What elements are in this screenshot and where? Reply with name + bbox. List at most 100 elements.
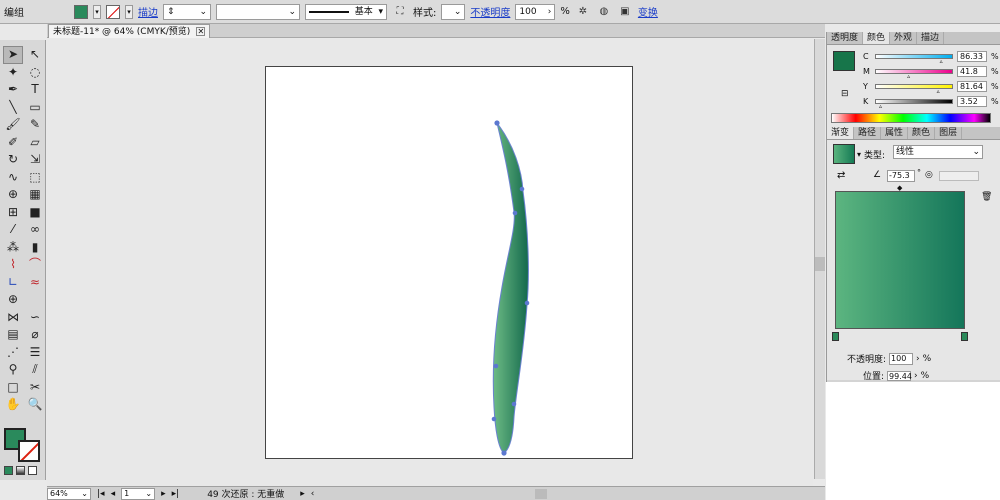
lasso-tool-icon[interactable]: ◌ — [25, 64, 45, 82]
channel-slider[interactable]: ▵ — [875, 84, 953, 95]
reverse-gradient-icon[interactable]: ⇄ — [837, 170, 845, 181]
type-tool-icon[interactable]: T — [25, 81, 45, 99]
free-transform-tool-icon[interactable]: ⬚ — [25, 169, 45, 187]
color-fill-swatch[interactable] — [833, 51, 855, 71]
anchor-point[interactable] — [491, 416, 497, 422]
tab-gradient-3[interactable]: 颜色 — [908, 127, 936, 139]
slider-thumb-icon[interactable]: ▵ — [879, 104, 882, 110]
hand-tool-icon[interactable]: ✋ — [3, 396, 23, 414]
scissors-tool-icon[interactable]: ✂ — [25, 379, 45, 397]
slider-thumb-icon[interactable]: ▵ — [937, 89, 940, 95]
symbol-sprayer-tool-icon[interactable]: ⁂ — [3, 239, 23, 257]
anchor-point[interactable] — [512, 210, 518, 216]
warp-tool-icon[interactable]: ∿ — [3, 169, 23, 187]
perspective-grid-tool-icon[interactable]: ▦ — [25, 186, 45, 204]
tab-color-0[interactable]: 透明度 — [827, 32, 864, 44]
gradient-tool-icon[interactable]: ■ — [25, 204, 45, 222]
zoom-tool-icon[interactable]: 🔍 — [25, 396, 45, 414]
status-menu-arrow-icon[interactable]: ▸ — [300, 489, 305, 499]
gradient-swatch[interactable] — [833, 144, 855, 164]
color-mode-icon[interactable] — [4, 466, 13, 475]
channel-value-field[interactable]: 3.52 — [957, 96, 987, 107]
delete-stop-icon[interactable]: 🗑 — [981, 192, 992, 202]
crosshair-tool-icon[interactable]: ⊕ — [3, 291, 23, 309]
scale-tool-icon[interactable]: ⇲ — [25, 151, 45, 169]
opacity-field[interactable]: 100 › — [515, 3, 556, 20]
stop-location-field[interactable]: 99.44 — [887, 370, 912, 381]
blank-tool-icon[interactable] — [25, 291, 45, 309]
stop-location-arrow-icon[interactable]: › — [914, 371, 918, 381]
vertical-scrollbar[interactable] — [814, 39, 825, 479]
blend-tool-icon[interactable]: ∞ — [25, 221, 45, 239]
brush-definition[interactable]: 基本 ▾ — [305, 3, 387, 20]
grid-tool-icon[interactable]: ▤ — [3, 326, 23, 344]
artboard[interactable] — [265, 66, 633, 459]
leaf-artwork[interactable] — [266, 67, 634, 460]
tab-color-2[interactable]: 外观 — [890, 32, 918, 44]
tab-color-3[interactable]: 描边 — [917, 32, 945, 44]
gradient-stop-end[interactable] — [961, 332, 968, 341]
close-tab-icon[interactable]: ✕ — [196, 27, 206, 36]
wave-tool-icon[interactable]: ∽ — [25, 309, 45, 327]
tab-color-1[interactable]: 颜色 — [863, 32, 891, 44]
color-spectrum-bar[interactable] — [831, 113, 991, 123]
column-graph-tool-icon[interactable]: ▮ — [25, 239, 45, 257]
anchor-point[interactable] — [494, 120, 500, 126]
channel-slider[interactable]: ▵ — [875, 99, 953, 110]
paintbrush-tool-icon[interactable]: 🖌 — [3, 116, 23, 134]
document-tab[interactable]: 未标题-11* @ 64% (CMYK/预览) ✕ — [48, 24, 211, 38]
anchor-point[interactable] — [493, 363, 499, 369]
tab-gradient-4[interactable]: 图层 — [935, 127, 963, 139]
pencil-tool-icon[interactable]: ✎ — [25, 116, 45, 134]
next-artboard-icon[interactable]: ▸ — [161, 489, 166, 499]
last-artboard-icon[interactable]: ▸| — [172, 489, 180, 499]
scatter-tool-icon[interactable]: ⋰ — [3, 344, 23, 362]
graphic-style-swatch[interactable]: ⌄ — [441, 3, 466, 20]
globe-icon[interactable]: ◍ — [596, 4, 612, 20]
knife-tool-icon[interactable]: ⫽ — [25, 361, 45, 379]
channel-value-field[interactable]: 81.64 — [957, 81, 987, 92]
variable-width-profile[interactable]: ⌄ — [216, 3, 300, 20]
list-tool-icon[interactable]: ☰ — [25, 344, 45, 362]
stroke-color-swatch[interactable] — [18, 440, 40, 462]
slice-tool-icon[interactable]: ⚲ — [3, 361, 23, 379]
brush-options-icon[interactable]: ⛶ — [392, 4, 408, 20]
gradient-mode-icon[interactable] — [16, 466, 25, 475]
artboard-number-field[interactable]: 1 ⌄ — [121, 487, 156, 500]
line-tool-icon[interactable]: ╲ — [3, 99, 23, 117]
tab-gradient-0[interactable]: 渐变 — [827, 127, 855, 139]
channel-value-field[interactable]: 41.8 — [957, 66, 987, 77]
pen-tool-icon[interactable]: ✒ — [3, 81, 23, 99]
channel-value-field[interactable]: 86.33 — [957, 51, 987, 62]
none-mode-icon[interactable] — [28, 466, 37, 475]
slider-thumb-icon[interactable]: ▵ — [940, 59, 943, 65]
gradient-angle-field[interactable]: -75.3 — [887, 170, 915, 182]
tab-gradient-2[interactable]: 属性 — [881, 127, 909, 139]
anchor-red-tool-icon[interactable]: ⌇ — [3, 256, 23, 274]
mesh-tool-icon[interactable]: ⊞ — [3, 204, 23, 222]
twirl-tool-icon[interactable]: ⌀ — [25, 326, 45, 344]
scroll-left-icon[interactable]: ‹ — [311, 489, 315, 499]
stroke-swatch[interactable] — [106, 4, 120, 19]
curve-red-tool-icon[interactable]: ⌒ — [25, 256, 45, 274]
first-artboard-icon[interactable]: |◂ — [97, 489, 105, 499]
fill-stroke-widget[interactable] — [4, 428, 42, 464]
gradient-stop-start[interactable] — [832, 332, 839, 341]
align-options-icon[interactable]: ▣ — [617, 4, 633, 20]
stroke-dropdown-arrow-icon[interactable]: ▾ — [125, 4, 133, 19]
aspect-ratio-field[interactable] — [939, 171, 979, 181]
gradient-type-select[interactable]: 线性 ⌄ — [893, 145, 983, 159]
opacity-link[interactable]: 不透明度 — [470, 4, 510, 19]
horizontal-scroll-thumb[interactable] — [535, 488, 548, 499]
tab-gradient-1[interactable]: 路径 — [854, 127, 882, 139]
shape-builder-tool-icon[interactable]: ⊕ — [3, 186, 23, 204]
stop-opacity-arrow-icon[interactable]: › — [916, 354, 920, 364]
wave-red-tool-icon[interactable]: ≈ — [25, 274, 45, 292]
direct-selection-tool-icon[interactable]: ↖ — [25, 46, 45, 64]
out-of-gamut-icon[interactable]: ⊟ — [841, 89, 849, 99]
stroke-weight-field[interactable]: ⇕ ⌄ — [163, 3, 211, 20]
prev-artboard-icon[interactable]: ◂ — [111, 489, 116, 499]
stroke-link[interactable]: 描边 — [138, 4, 158, 19]
magic-wand-tool-icon[interactable]: ✦ — [3, 64, 23, 82]
channel-slider[interactable]: ▵ — [875, 54, 953, 65]
